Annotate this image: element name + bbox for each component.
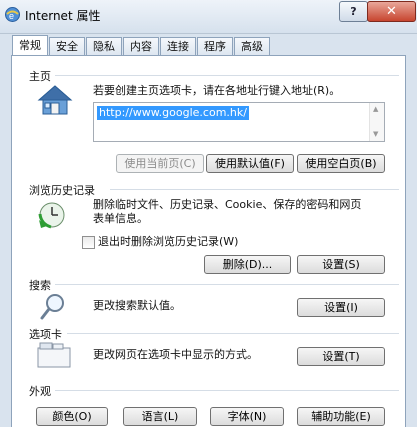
appearance-title: 外观 <box>29 385 51 398</box>
tab-privacy[interactable]: 隐私 <box>86 37 122 55</box>
svg-text:e: e <box>9 11 14 21</box>
tab-content[interactable]: 内容 <box>123 37 159 55</box>
tabs-section-title: 选项卡 <box>29 328 62 341</box>
tabs-description: 更改网页在选项卡中显示的方式。 <box>93 348 258 361</box>
history-title: 浏览历史记录 <box>29 184 95 197</box>
homepage-url-field[interactable]: http://www.google.com.hk/ ▲ ▼ <box>93 102 385 142</box>
search-icon <box>40 294 64 320</box>
scroll-up-icon: ▲ <box>373 105 379 113</box>
url-scrollbar[interactable]: ▲ ▼ <box>369 103 384 141</box>
close-button[interactable]: ✕ <box>367 1 416 22</box>
tab-security[interactable]: 安全 <box>49 37 85 55</box>
history-settings-button[interactable]: 设置(S) <box>297 255 385 274</box>
search-settings-button[interactable]: 设置(I) <box>297 298 385 317</box>
house-icon <box>37 85 73 115</box>
general-tab-panel: 主页 若要创建主页选项卡，请在各地址行键入地址(R)。 http://www.g… <box>11 55 406 427</box>
history-description-line2: 表单信息。 <box>93 212 148 225</box>
section-divider <box>55 284 399 285</box>
languages-button[interactable]: 语言(L) <box>123 407 197 426</box>
tabs-settings-button[interactable]: 设置(T) <box>297 347 385 366</box>
tab-connections[interactable]: 连接 <box>160 37 196 55</box>
use-current-button[interactable]: 使用当前页(C) <box>116 154 204 173</box>
use-default-button[interactable]: 使用默认值(F) <box>206 154 294 173</box>
use-blank-button[interactable]: 使用空白页(B) <box>297 154 385 173</box>
delete-history-button[interactable]: 删除(D)... <box>204 255 291 274</box>
delete-on-exit-checkbox[interactable] <box>82 236 95 249</box>
history-description-line1: 删除临时文件、历史记录、Cookie、保存的密码和网页 <box>93 198 362 211</box>
fonts-button[interactable]: 字体(N) <box>210 407 284 426</box>
colors-button[interactable]: 颜色(O) <box>36 407 108 426</box>
window-title: Internet 属性 <box>25 9 101 23</box>
accessibility-button[interactable]: 辅助功能(E) <box>297 407 385 426</box>
tab-general[interactable]: 常规 <box>12 35 48 55</box>
homepage-url-text: http://www.google.com.hk/ <box>97 106 249 120</box>
section-divider <box>67 333 399 334</box>
delete-on-exit-label[interactable]: 退出时删除浏览历史记录(W) <box>98 235 238 249</box>
search-description: 更改搜索默认值。 <box>93 299 181 312</box>
tabs-icon <box>37 342 71 368</box>
section-divider <box>110 189 399 190</box>
tab-advanced[interactable]: 高级 <box>234 37 270 55</box>
tab-strip: 常规 安全 隐私 内容 连接 程序 高级 <box>12 35 271 55</box>
section-divider <box>55 75 399 76</box>
history-icon <box>38 202 65 229</box>
tab-programs[interactable]: 程序 <box>197 37 233 55</box>
internet-options-icon: e <box>5 7 20 22</box>
homepage-title: 主页 <box>29 70 51 83</box>
homepage-description: 若要创建主页选项卡，请在各地址行键入地址(R)。 <box>93 84 341 97</box>
title-bar: e Internet 属性 ? ✕ <box>0 0 417 34</box>
section-divider <box>55 390 399 391</box>
help-button[interactable]: ? <box>339 1 368 22</box>
scroll-down-icon: ▼ <box>373 130 379 138</box>
